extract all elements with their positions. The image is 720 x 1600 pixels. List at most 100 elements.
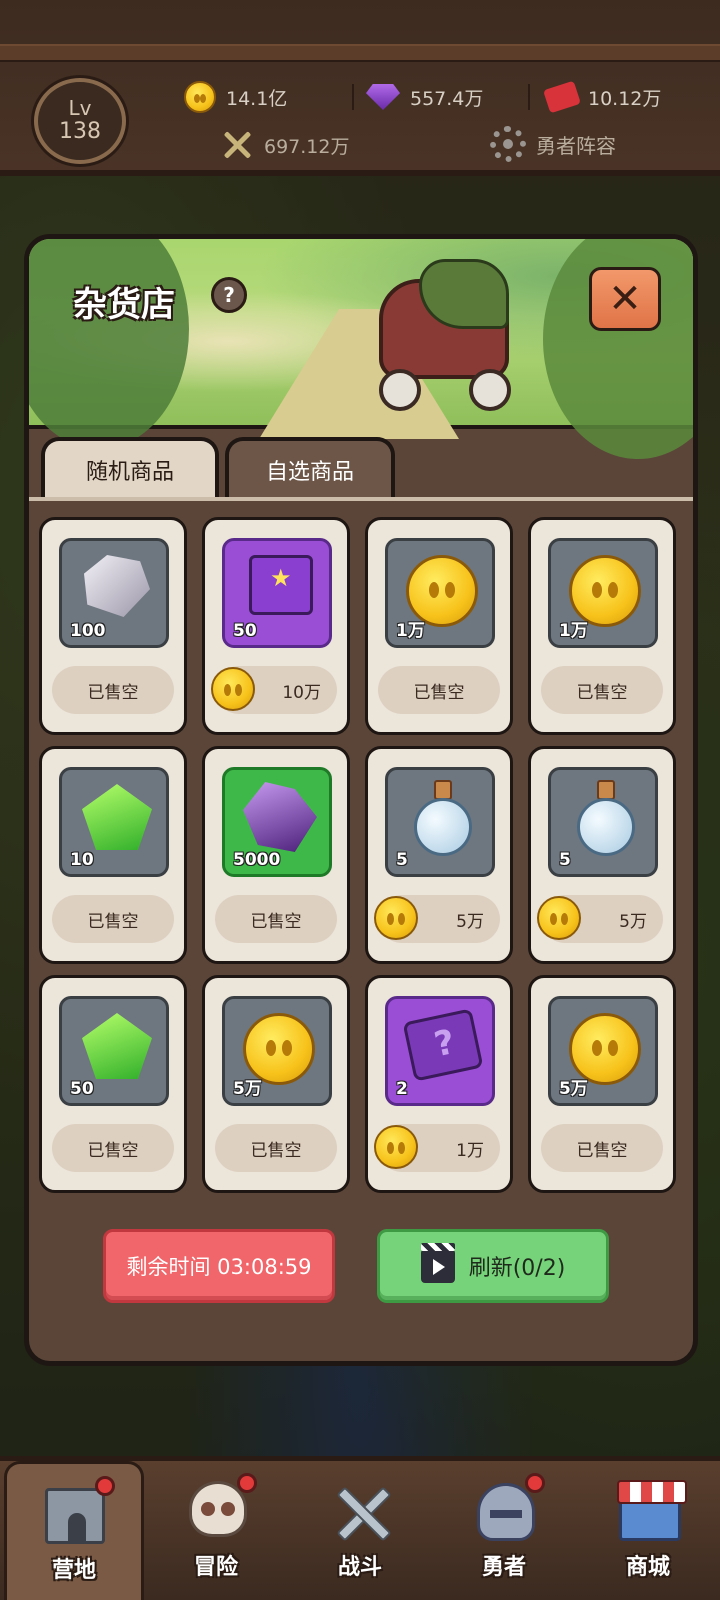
power-value: 697.12万 <box>264 135 350 158</box>
shop-item-card[interactable]: 10 已售空 <box>39 746 187 964</box>
shop-item-card[interactable]: 5 5万 <box>365 746 513 964</box>
gear-icon <box>490 126 526 162</box>
level-badge[interactable]: Lv 138 <box>28 78 132 164</box>
refresh-timer: 剩余时间 03:08:59 <box>103 1229 335 1303</box>
shop-item-card[interactable]: 2 1万 <box>365 975 513 1193</box>
sold-out-label: 已售空 <box>52 666 174 714</box>
item-quantity: 2 <box>396 1079 408 1099</box>
purple-crystal-icon <box>243 782 317 852</box>
sold-out-label: 已售空 <box>541 666 663 714</box>
mystery-ticket-icon <box>402 1008 484 1082</box>
shop-item-card[interactable]: 5万 已售空 <box>528 975 676 1193</box>
nav-label: 勇者 <box>481 1555 526 1580</box>
nav-battle[interactable]: 战斗 <box>290 1461 430 1600</box>
nav-icon-wrap <box>181 1473 257 1543</box>
refresh-button[interactable]: 刷新(0/2) <box>377 1229 609 1303</box>
notification-dot <box>525 1473 545 1493</box>
gold-currency[interactable]: 14.1亿 <box>184 80 287 114</box>
nav-adventure[interactable]: 冒险 <box>146 1461 286 1600</box>
stone-icon <box>84 555 150 617</box>
buy-button[interactable]: 5万 <box>537 895 663 943</box>
item-slot: 5万 <box>548 996 658 1106</box>
item-quantity: 5000 <box>233 850 281 870</box>
item-slot: 50 <box>59 996 169 1106</box>
shop-item-card[interactable]: 5 5万 <box>528 746 676 964</box>
gold-coin-icon <box>211 667 255 711</box>
potion-icon <box>414 780 472 856</box>
crossed-swords-icon <box>220 128 254 162</box>
shop-item-card[interactable]: 50 已售空 <box>39 975 187 1193</box>
item-quantity: 5 <box>396 850 408 870</box>
item-quantity: 1万 <box>559 621 588 641</box>
buy-button[interactable]: 1万 <box>374 1124 500 1172</box>
buy-button[interactable]: 10万 <box>211 666 337 714</box>
gold-coin-icon <box>184 81 216 113</box>
gold-coin-icon <box>537 896 581 940</box>
gem-amount: 557.4万 <box>410 87 484 110</box>
item-quantity: 5万 <box>233 1079 262 1099</box>
shop-item-card[interactable]: 5万 已售空 <box>202 975 350 1193</box>
timer-label: 剩余时间 03:08:59 <box>126 1255 312 1279</box>
item-slot: 1万 <box>385 538 495 648</box>
bottom-nav: 营地 冒险 战斗 勇者 商城 <box>0 1456 720 1600</box>
gem-currency[interactable]: 557.4万 <box>366 80 483 114</box>
item-quantity: 50 <box>233 621 257 641</box>
item-quantity: 10 <box>70 850 94 870</box>
item-slot: 1万 <box>548 538 658 648</box>
item-slot: 10 <box>59 767 169 877</box>
ticket-currency[interactable]: 10.12万 <box>543 80 661 114</box>
tab-random-items[interactable]: 随机商品 <box>41 437 219 499</box>
gold-amount: 14.1亿 <box>226 87 288 110</box>
merchant-cart-illustration <box>359 259 529 411</box>
shop-banner: 杂货店 ? ✕ <box>29 239 693 459</box>
header-beam <box>0 44 720 62</box>
level-label: Lv <box>68 96 92 120</box>
item-quantity: 50 <box>70 1079 94 1099</box>
buy-button[interactable]: 5万 <box>374 895 500 943</box>
ticket-icon <box>543 80 581 114</box>
tab-divider <box>29 497 693 501</box>
item-slot: 5 <box>385 767 495 877</box>
nav-heroes[interactable]: 勇者 <box>434 1461 574 1600</box>
shop-title: 杂货店 <box>73 285 175 325</box>
shop-item-card[interactable]: 5000 已售空 <box>202 746 350 964</box>
shop-item-card[interactable]: 100 已售空 <box>39 517 187 735</box>
nav-icon-wrap <box>39 1476 115 1546</box>
item-quantity: 5万 <box>559 1079 588 1099</box>
notification-dot <box>95 1476 115 1496</box>
sold-out-label: 已售空 <box>215 1124 337 1172</box>
item-slot: 50 <box>222 538 332 648</box>
nav-icon-wrap <box>325 1477 395 1543</box>
skull-icon <box>189 1481 247 1537</box>
nav-camp[interactable]: 营地 <box>4 1461 144 1600</box>
shop-item-card[interactable]: 1万 已售空 <box>528 517 676 735</box>
item-quantity: 100 <box>70 621 106 641</box>
item-price: 5万 <box>456 912 484 932</box>
sold-out-label: 已售空 <box>52 1124 174 1172</box>
item-price: 1万 <box>456 1141 484 1161</box>
battle-power: 697.12万 <box>220 128 349 162</box>
shop-icon <box>617 1480 687 1541</box>
nav-store[interactable]: 商城 <box>578 1461 718 1600</box>
purple-gem-icon <box>366 84 400 110</box>
gold-coin-icon <box>374 896 418 940</box>
swords-icon <box>331 1481 393 1543</box>
item-quantity: 1万 <box>396 621 425 641</box>
item-price: 5万 <box>619 912 647 932</box>
item-slot: 2 <box>385 996 495 1106</box>
hero-lineup-button[interactable]: 勇者阵容 <box>490 126 616 162</box>
sold-out-label: 已售空 <box>52 895 174 943</box>
nav-label: 营地 <box>51 1558 96 1583</box>
nav-icon-wrap <box>469 1473 545 1543</box>
notification-dot <box>237 1473 257 1493</box>
refresh-label: 刷新(0/2) <box>468 1256 566 1281</box>
shop-item-card[interactable]: 50 10万 <box>202 517 350 735</box>
close-button[interactable]: ✕ <box>589 267 661 331</box>
lineup-label: 勇者阵容 <box>536 133 616 158</box>
tab-custom-items[interactable]: 自选商品 <box>225 437 395 499</box>
nav-label: 战斗 <box>337 1555 382 1580</box>
shop-item-card[interactable]: 1万 已售空 <box>365 517 513 735</box>
help-button[interactable]: ? <box>211 277 247 313</box>
gold-coin-icon <box>374 1125 418 1169</box>
cart-wheel <box>379 369 421 411</box>
